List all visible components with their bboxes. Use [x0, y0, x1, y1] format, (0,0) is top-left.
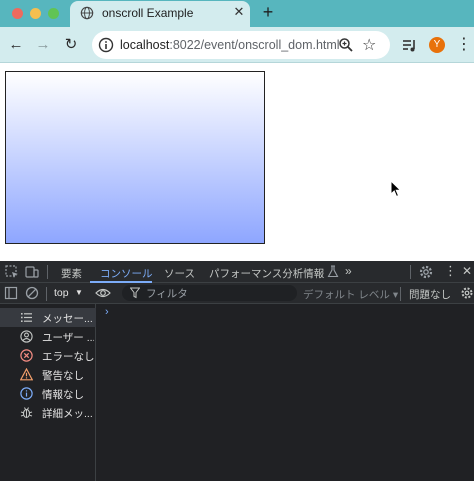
browser-toolbar: ← → ↻ localhost:8022/event/onscroll_dom.…	[0, 27, 474, 63]
sidebar-item-label: 詳細メッ...	[42, 408, 93, 420]
minimize-window-button[interactable]	[30, 8, 41, 19]
scrollable-gradient-box[interactable]	[5, 71, 265, 244]
log-levels-dropdown[interactable]: デフォルト レベル ▾	[303, 287, 398, 302]
tab-strip: onscroll Example ✕ +	[0, 0, 474, 27]
close-tab-icon[interactable]: ✕	[231, 4, 247, 20]
live-expression-eye-icon[interactable]	[95, 286, 111, 300]
toolbar-divider	[410, 265, 411, 279]
browser-tab[interactable]: onscroll Example ✕	[70, 1, 250, 27]
toolbar-divider	[47, 265, 48, 279]
filter-funnel-icon	[130, 287, 140, 299]
sidebar-item-label: メッセー...	[42, 313, 93, 325]
sidebar-item-verbose[interactable]: 詳細メッ...	[0, 403, 96, 422]
issues-counter[interactable]: 問題なし	[409, 287, 451, 302]
sidebar-item-label: 警告なし	[42, 370, 84, 382]
flask-icon	[327, 265, 339, 278]
profile-avatar[interactable]: Y	[429, 37, 445, 53]
device-toolbar-icon[interactable]	[24, 264, 40, 280]
close-devtools-icon[interactable]: ✕	[462, 264, 472, 278]
sidebar-item-label: 情報なし	[42, 389, 84, 401]
address-bar[interactable]: localhost:8022/event/onscroll_dom.html ☆	[92, 31, 390, 59]
media-controls-icon[interactable]	[401, 37, 417, 53]
console-filter-bar: top ▼ フィルタ デフォルト レベル ▾ 問題なし	[0, 283, 474, 304]
filter-input[interactable]: フィルタ	[122, 285, 297, 301]
toolbar-divider	[46, 287, 47, 301]
tab-sources[interactable]: ソース	[164, 266, 195, 281]
devtools-tab-bar: 要素 コンソール ソース パフォーマンス分析情報 » ⋮ ✕	[0, 261, 474, 283]
console-sidebar: メッセー... ユーザー ... エラーなし 警告なし 情報なし 詳細メッ...	[0, 304, 96, 481]
console-prompt[interactable]: ›	[105, 306, 109, 318]
chrome-menu-icon[interactable]: ⋮	[454, 35, 474, 55]
sidebar-item-user-messages[interactable]: ユーザー ...	[0, 327, 96, 346]
url-path: :8022/event/onscroll_dom.html	[169, 38, 340, 52]
url-host: localhost	[120, 38, 170, 52]
sidebar-item-messages[interactable]: メッセー...	[0, 308, 96, 327]
devtools-panel: 要素 コンソール ソース パフォーマンス分析情報 » ⋮ ✕ top ▼ フィル…	[0, 261, 474, 481]
sidebar-item-errors[interactable]: エラーなし	[0, 346, 96, 365]
tab-title: onscroll Example	[102, 6, 194, 20]
sidebar-item-info[interactable]: 情報なし	[0, 384, 96, 403]
mouse-cursor-icon	[390, 180, 402, 198]
tab-performance-insights[interactable]: パフォーマンス分析情報	[209, 266, 324, 281]
close-window-button[interactable]	[12, 8, 23, 19]
user-icon	[20, 330, 33, 343]
clear-console-icon[interactable]	[25, 286, 39, 300]
zoom-icon[interactable]	[338, 37, 354, 53]
tab-console[interactable]: コンソール	[100, 266, 153, 281]
bookmark-star-icon[interactable]: ☆	[362, 35, 376, 55]
tab-elements[interactable]: 要素	[61, 266, 82, 281]
inspect-element-icon[interactable]	[4, 264, 20, 280]
devtools-menu-icon[interactable]: ⋮	[444, 263, 457, 279]
zoom-window-button[interactable]	[48, 8, 59, 19]
warning-icon	[20, 368, 33, 381]
console-settings-gear-icon[interactable]	[460, 286, 474, 300]
sidebar-item-label: エラーなし	[42, 351, 94, 363]
bug-icon	[20, 407, 33, 419]
page-viewport	[0, 63, 474, 261]
chevron-down-icon: ▼	[75, 288, 83, 297]
forward-button[interactable]: →	[33, 35, 53, 55]
sidebar-item-warnings[interactable]: 警告なし	[0, 365, 96, 384]
toolbar-divider	[400, 287, 401, 301]
context-selector[interactable]: top	[54, 287, 69, 299]
settings-gear-icon[interactable]	[418, 264, 434, 280]
new-tab-button[interactable]: +	[259, 3, 277, 21]
reload-button[interactable]: ↻	[61, 35, 81, 55]
list-icon	[21, 313, 32, 322]
sidebar-item-label: ユーザー ...	[42, 332, 94, 344]
more-tabs-button[interactable]: »	[345, 264, 352, 278]
site-info-icon[interactable]	[98, 37, 114, 53]
sidebar-toggle-icon[interactable]	[4, 286, 18, 300]
url-text: localhost:8022/event/onscroll_dom.html	[120, 38, 340, 52]
info-icon	[20, 387, 33, 400]
console-output[interactable]: ›	[97, 304, 474, 481]
globe-icon	[80, 6, 94, 20]
back-button[interactable]: ←	[6, 35, 26, 55]
error-icon	[20, 349, 33, 362]
filter-placeholder: フィルタ	[146, 288, 188, 300]
